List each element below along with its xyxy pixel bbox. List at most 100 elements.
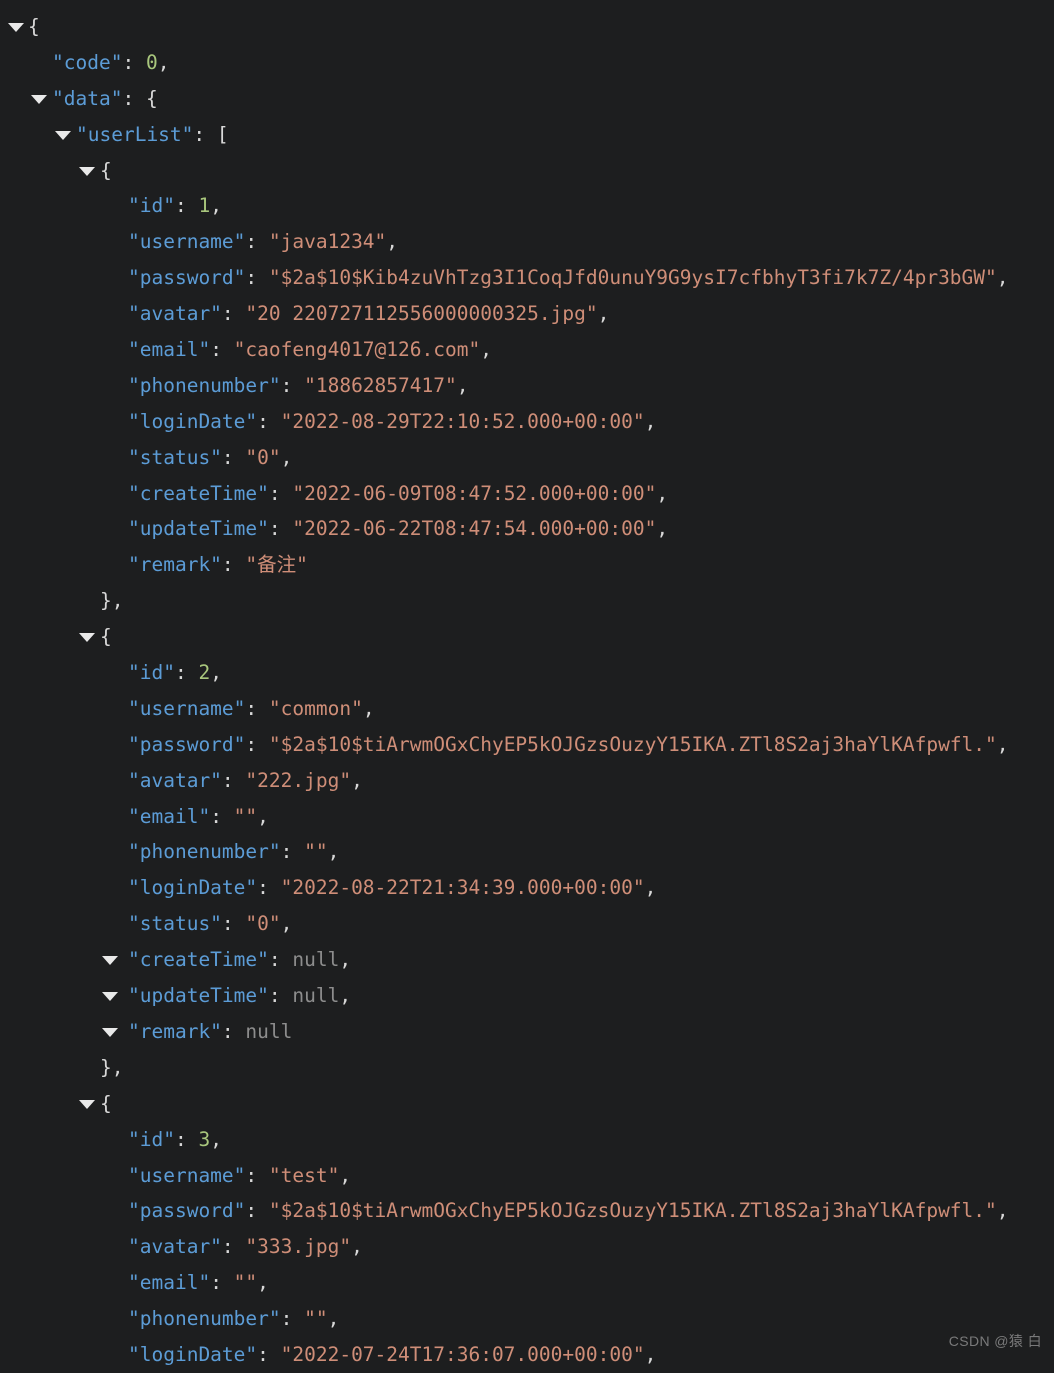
json-punctuation: , [157, 50, 170, 74]
json-string-value: "" [304, 1307, 328, 1331]
json-line: "status": "0", [0, 906, 1054, 942]
json-string-value: "java1234" [268, 230, 387, 254]
json-tree-viewer[interactable]: {"code": 0, "data": {"userList": [{"id": … [0, 0, 1054, 1366]
json-punctuation: : [221, 302, 246, 326]
collapse-triangle-icon[interactable] [55, 130, 71, 140]
json-punctuation: , [339, 984, 352, 1008]
json-punctuation: : [245, 266, 269, 290]
json-punctuation: , [480, 338, 492, 362]
json-line: { [0, 1086, 1054, 1122]
json-punctuation: : [268, 481, 293, 505]
json-line: "remark": null [0, 1014, 1054, 1050]
collapse-triangle-icon[interactable] [102, 956, 118, 966]
json-key: "username" [128, 696, 246, 720]
json-punctuation: , [996, 1199, 1009, 1223]
json-key: "avatar" [128, 302, 222, 326]
json-string-value: "common" [268, 696, 363, 720]
json-punctuation: : [221, 768, 246, 792]
json-key: "code" [52, 50, 123, 74]
json-punctuation: : [245, 1199, 269, 1223]
json-punctuation: , [644, 876, 657, 900]
json-punctuation: : [122, 50, 146, 74]
collapse-triangle-icon[interactable] [79, 166, 95, 176]
json-key: "password" [128, 1199, 246, 1223]
json-punctuation: : [221, 912, 246, 936]
json-punctuation: : [280, 1307, 305, 1331]
json-punctuation: , [644, 1342, 657, 1366]
json-punctuation: : [245, 230, 269, 254]
json-string-value: "0" [245, 912, 281, 936]
json-punctuation: { [145, 86, 158, 110]
json-key: "id" [128, 194, 175, 218]
json-key: "password" [128, 732, 246, 756]
json-line: "id": 2, [0, 655, 1054, 691]
json-punctuation: , [362, 696, 375, 720]
json-line: "email": "caofeng4017@126.com", [0, 332, 1054, 368]
json-punctuation: : [268, 517, 293, 541]
json-punctuation: : [221, 1019, 246, 1043]
json-key: "email" [128, 338, 211, 362]
json-key: "phonenumber" [128, 1307, 281, 1331]
json-null-value: null [292, 948, 340, 972]
json-punctuation: { [28, 15, 40, 38]
json-key: "createTime" [128, 481, 269, 505]
json-punctuation: : [221, 1235, 246, 1259]
json-punctuation: , [996, 732, 1009, 756]
json-punctuation: , [210, 1127, 222, 1151]
json-line: "updateTime": "2022-06-22T08:47:54.000+0… [0, 511, 1054, 547]
json-punctuation: : [221, 553, 246, 577]
json-string-value: "222.jpg" [245, 768, 352, 792]
json-string-value: "test" [268, 1163, 340, 1187]
json-punctuation: , [386, 230, 399, 254]
json-string-value: "2022-06-22T08:47:54.000+00:00" [292, 517, 657, 541]
json-line: "email": "", [0, 799, 1054, 835]
json-punctuation: , [339, 948, 352, 972]
json-line: "username": "common", [0, 691, 1054, 727]
json-line: "username": "java1234", [0, 224, 1054, 260]
json-string-value: "2022-06-09T08:47:52.000+00:00" [292, 481, 657, 505]
json-line: "loginDate": "2022-08-29T22:10:52.000+00… [0, 404, 1054, 440]
json-punctuation: : [268, 984, 293, 1008]
json-line: "id": 1, [0, 188, 1054, 224]
json-punctuation: : [280, 373, 305, 397]
json-line: "phonenumber": "", [0, 1301, 1054, 1337]
json-line: "remark": "备注" [0, 547, 1054, 583]
json-punctuation: , [351, 768, 363, 792]
json-null-value: null [292, 984, 340, 1008]
json-punctuation: : [245, 732, 269, 756]
collapse-triangle-icon[interactable] [102, 1027, 118, 1037]
json-punctuation: : [257, 876, 281, 900]
json-punctuation: , [280, 445, 293, 469]
json-line: "avatar": "222.jpg", [0, 763, 1054, 799]
json-line: "userList": [ [0, 117, 1054, 153]
json-key: "remark" [128, 1019, 222, 1043]
json-punctuation: : [245, 696, 269, 720]
json-line: "loginDate": "2022-07-24T17:36:07.000+00… [0, 1337, 1054, 1373]
json-string-value: "caofeng4017@126.com" [233, 338, 481, 362]
collapse-triangle-icon[interactable] [79, 1099, 95, 1109]
json-key: "phonenumber" [128, 373, 281, 397]
json-key: "email" [128, 1271, 211, 1295]
json-punctuation: : [257, 1342, 281, 1366]
json-punctuation: : [174, 194, 199, 218]
json-key: "phonenumber" [128, 840, 281, 864]
json-key: "email" [128, 804, 211, 828]
collapse-triangle-icon[interactable] [79, 633, 95, 643]
json-key: "status" [128, 912, 222, 936]
json-string-value: "备注" [245, 553, 308, 577]
json-line: }, [0, 1050, 1054, 1086]
json-punctuation: , [644, 409, 657, 433]
json-string-value: "$2a$10$tiArwmOGxChyEP5kOJGzsOuzyY15IKA.… [268, 1199, 997, 1223]
json-line: "username": "test", [0, 1158, 1054, 1194]
collapse-triangle-icon[interactable] [31, 94, 47, 104]
json-punctuation: , [996, 266, 1009, 290]
json-line: }, [0, 583, 1054, 619]
json-line: "password": "$2a$10$Kib4zuVhTzg3I1CoqJfd… [0, 260, 1054, 296]
json-string-value: "$2a$10$Kib4zuVhTzg3I1CoqJfd0unuY9G9ysI7… [268, 266, 997, 290]
collapse-triangle-icon[interactable] [8, 23, 24, 32]
collapse-triangle-icon[interactable] [102, 992, 118, 1002]
json-punctuation: , [257, 1271, 269, 1295]
json-punctuation: : [210, 338, 234, 362]
json-line: "loginDate": "2022-08-22T21:34:39.000+00… [0, 870, 1054, 906]
json-string-value: "2022-08-29T22:10:52.000+00:00" [280, 409, 645, 433]
